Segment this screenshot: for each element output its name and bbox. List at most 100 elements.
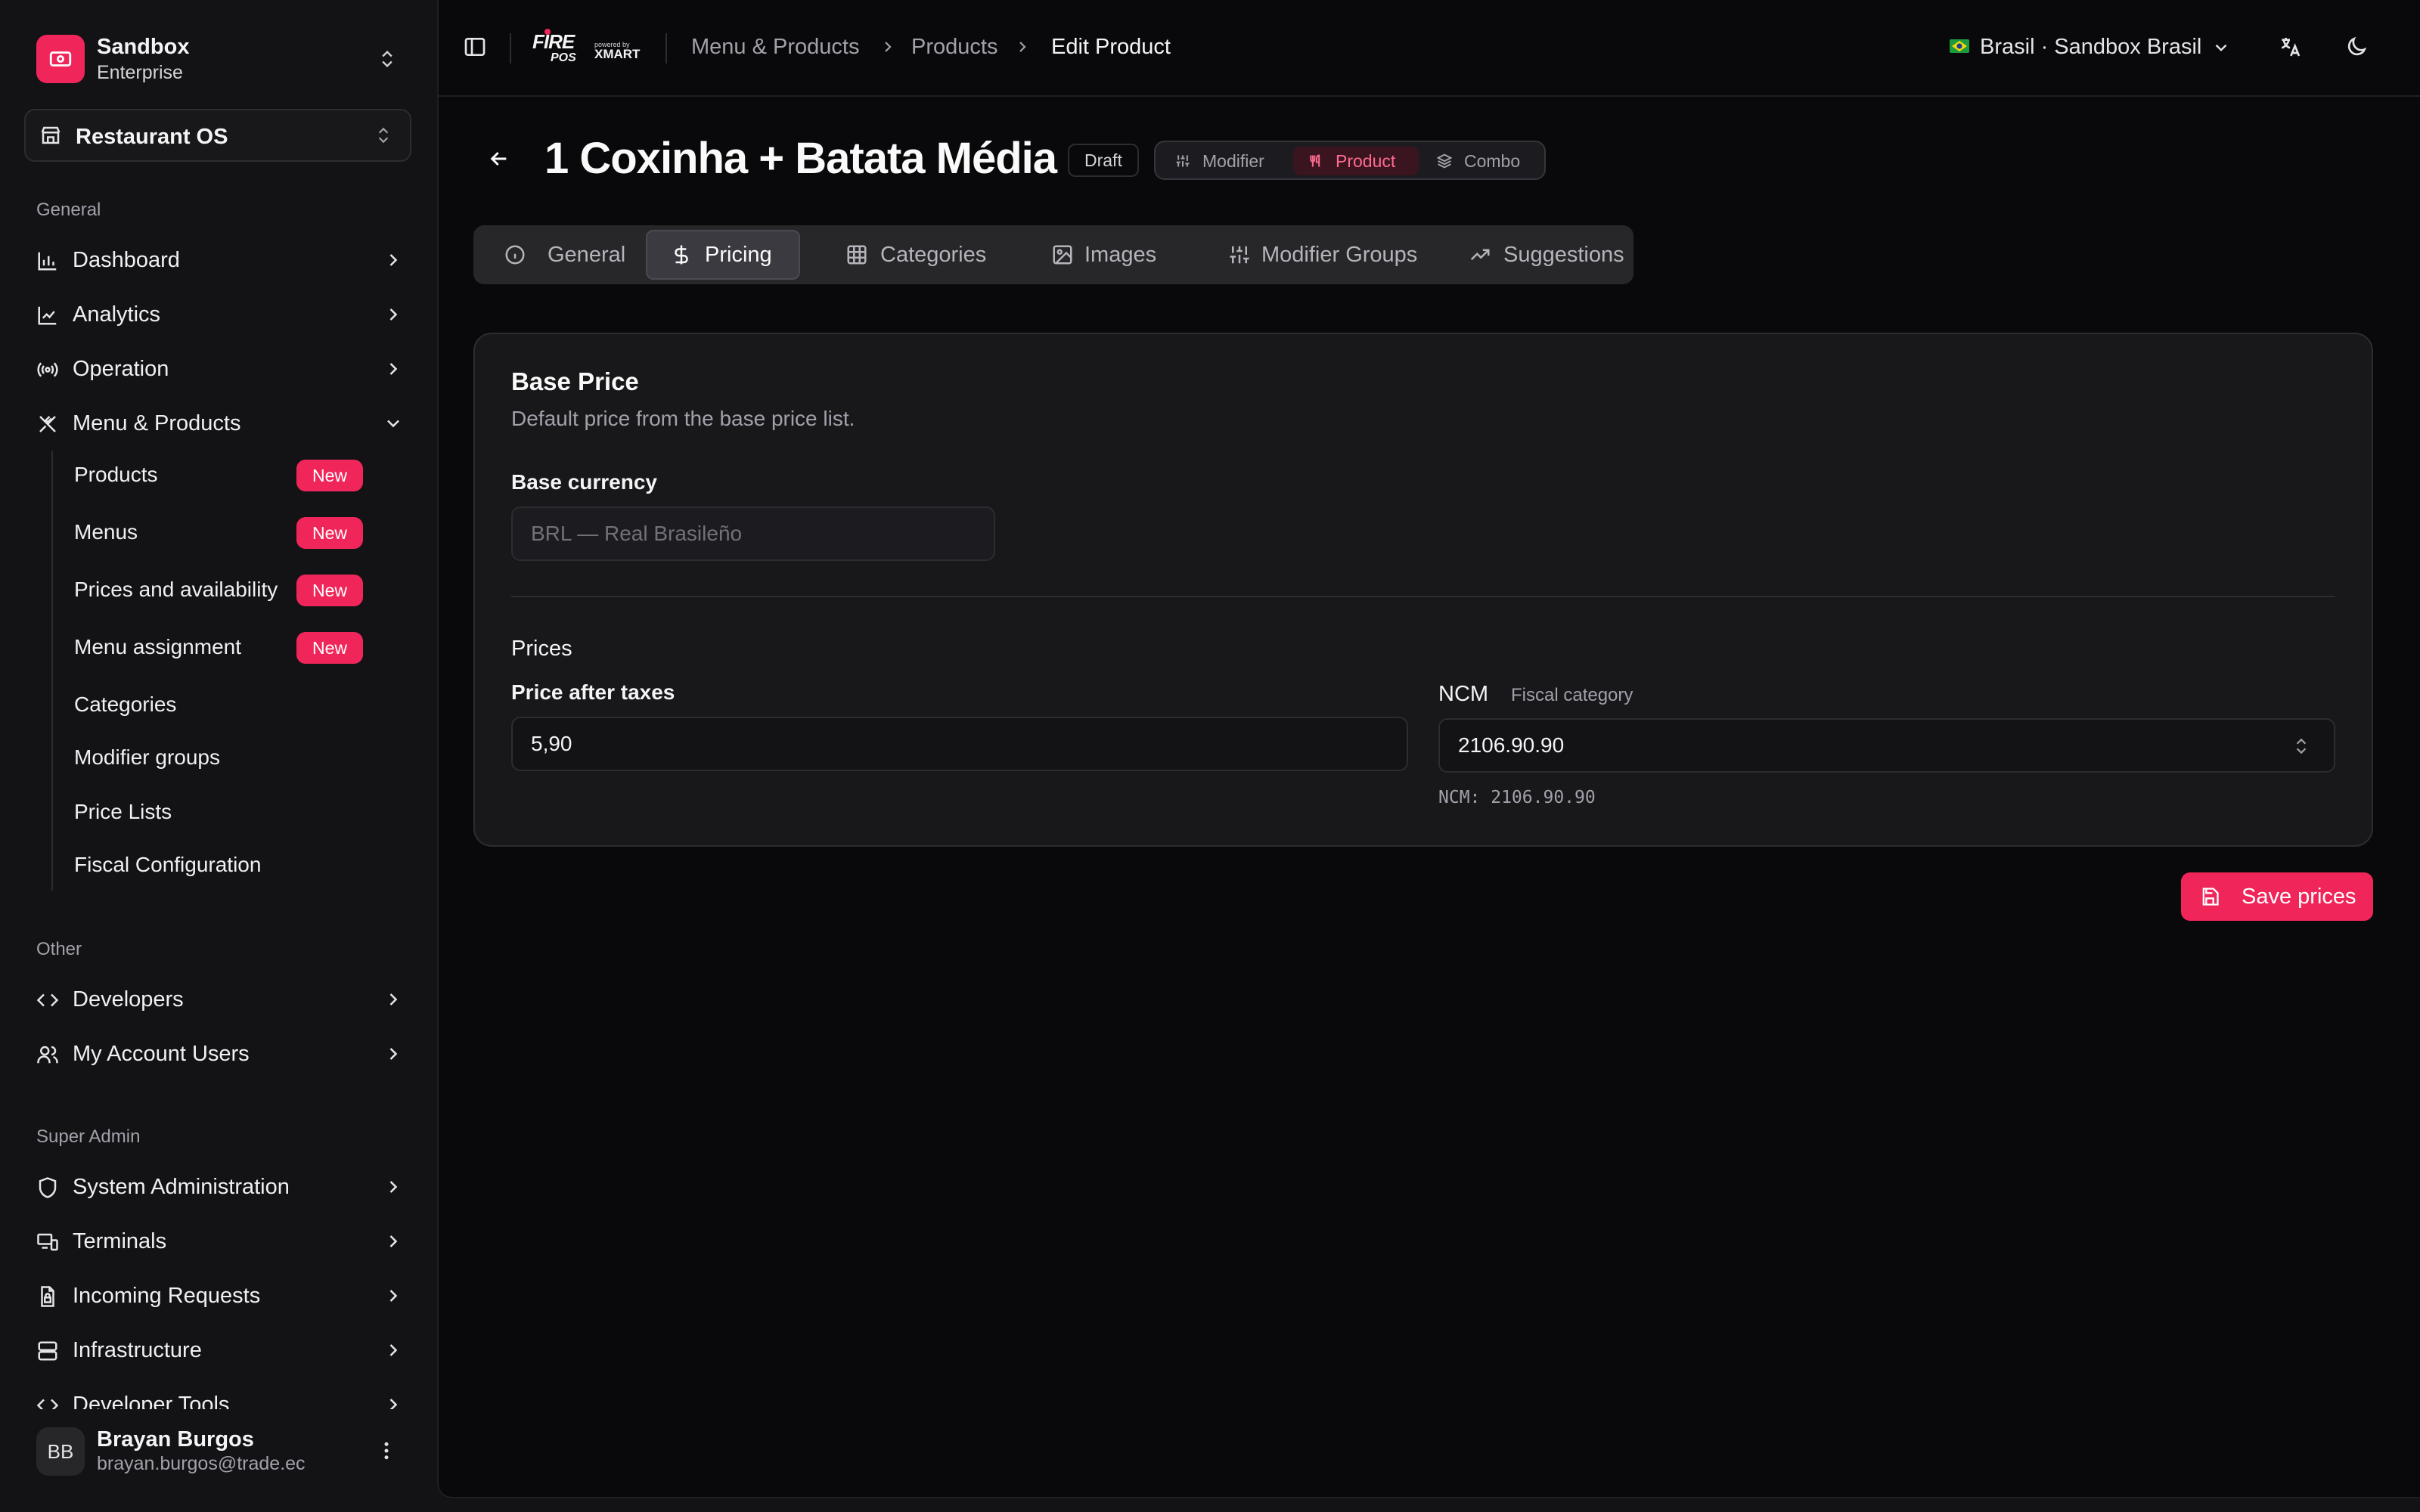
- tab-label: Pricing: [705, 243, 772, 267]
- workspace-switcher[interactable]: Restaurant OS: [24, 109, 411, 162]
- tab-label: General: [548, 243, 626, 267]
- submenu-label: Prices and availability: [74, 578, 278, 601]
- nav-label: Analytics: [73, 302, 161, 327]
- submenu-categories[interactable]: Categories: [74, 692, 176, 717]
- tab-categories[interactable]: Categories: [808, 230, 1012, 280]
- nav-scroll-clip: Developer Tools: [0, 1379, 437, 1409]
- users-icon: [36, 1043, 59, 1066]
- region-selector[interactable]: Brasil · Sandbox Brasil: [1950, 32, 2237, 65]
- nav-my-account-users[interactable]: My Account Users: [36, 1033, 401, 1075]
- moon-icon[interactable]: [2344, 35, 2369, 59]
- page-title: 1 Coxinha + Batata Média: [544, 134, 1057, 183]
- type-combo[interactable]: Combo: [1422, 147, 1541, 175]
- nav-terminals[interactable]: Terminals: [36, 1220, 401, 1263]
- chevrons-up-down-icon[interactable]: [377, 48, 398, 70]
- nav-developer-tools[interactable]: Developer Tools: [36, 1383, 401, 1409]
- sliders-icon: [1175, 153, 1190, 169]
- language-icon[interactable]: [2278, 35, 2302, 59]
- nav-system-administration[interactable]: System Administration: [36, 1166, 401, 1208]
- type-modifier[interactable]: Modifier: [1160, 147, 1290, 175]
- image-icon: [1051, 243, 1074, 266]
- breadcrumb-products[interactable]: Products: [911, 35, 997, 60]
- chevron-right-icon: [383, 1176, 404, 1198]
- section-general: General: [36, 200, 101, 220]
- tab-general[interactable]: General: [479, 230, 647, 280]
- chevron-right-icon: [383, 989, 404, 1010]
- org-plan: Enterprise: [97, 62, 183, 83]
- fiscal-category-label: Fiscal category: [1511, 685, 1634, 705]
- submenu-label: Products: [74, 463, 158, 486]
- nav-dashboard[interactable]: Dashboard: [36, 239, 401, 281]
- save-prices-button[interactable]: Save prices: [2181, 872, 2373, 921]
- nav-label: Operation: [73, 357, 169, 381]
- nav-analytics[interactable]: Analytics: [36, 293, 401, 336]
- submenu-products[interactable]: Products New: [74, 460, 377, 499]
- ncm-select[interactable]: 2106.90.90: [1438, 718, 2335, 773]
- save-icon: [2199, 886, 2220, 907]
- chevron-down-icon: [2211, 38, 2231, 57]
- logo-fire-text: FIRE: [532, 30, 575, 53]
- tab-pricing[interactable]: Pricing: [646, 230, 800, 280]
- submenu-fiscal-configuration[interactable]: Fiscal Configuration: [74, 853, 261, 877]
- back-arrow-icon[interactable]: [487, 147, 511, 171]
- layers-icon: [1437, 153, 1452, 169]
- new-badge: New: [296, 517, 363, 549]
- chevron-right-icon: [383, 1285, 404, 1306]
- xmart-logo: XMART: [594, 47, 641, 61]
- submenu-price-lists[interactable]: Price Lists: [74, 800, 172, 824]
- server-icon: [36, 1340, 59, 1362]
- logo-pos-text: POS: [551, 51, 576, 64]
- nav-operation[interactable]: Operation: [36, 348, 401, 390]
- status-badge: Draft: [1068, 144, 1139, 177]
- new-badge: New: [296, 632, 363, 664]
- nav-developers[interactable]: Developers: [36, 978, 401, 1021]
- utensils-icon: [1308, 153, 1323, 169]
- product-type-toggle[interactable]: Modifier Product Combo: [1154, 141, 1546, 180]
- dollar-sign-icon: [670, 243, 693, 266]
- bar-chart-icon: [36, 249, 59, 272]
- chevron-down-icon: [383, 413, 404, 434]
- ncm-label: NCM: [1438, 682, 1489, 706]
- user-name: Brayan Burgos: [97, 1427, 254, 1452]
- nav-label: Developers: [73, 987, 184, 1012]
- nav-label: Infrastructure: [73, 1338, 202, 1362]
- tab-suggestions[interactable]: Suggestions: [1438, 230, 1627, 280]
- line-chart-icon: [36, 304, 59, 327]
- section-other: Other: [36, 939, 82, 959]
- submenu-label: Menu assignment: [74, 635, 242, 658]
- topbar-divider: [439, 95, 2420, 97]
- nav-incoming-requests[interactable]: Incoming Requests: [36, 1275, 401, 1317]
- avatar[interactable]: BB: [36, 1427, 85, 1476]
- type-product[interactable]: Product: [1293, 147, 1419, 175]
- breadcrumb-menu-products[interactable]: Menu & Products: [691, 35, 859, 60]
- tab-images[interactable]: Images: [1019, 230, 1178, 280]
- tab-label: Images: [1084, 243, 1157, 267]
- price-after-taxes-input[interactable]: 5,90: [511, 717, 1408, 771]
- sidebar-toggle-icon[interactable]: [463, 35, 487, 59]
- nav-menu-products[interactable]: Menu & Products: [36, 402, 401, 445]
- chevrons-up-down-icon: [374, 125, 393, 145]
- flag-brazil-icon: [1950, 39, 1969, 53]
- nav-infrastructure[interactable]: Infrastructure: [36, 1329, 401, 1371]
- chevron-right-icon: [383, 249, 404, 271]
- org-logo-icon[interactable]: [36, 35, 85, 83]
- more-vertical-icon[interactable]: [375, 1439, 398, 1462]
- region-label: Brasil · Sandbox Brasil: [1980, 35, 2202, 59]
- submenu-menus[interactable]: Menus New: [74, 517, 377, 556]
- submenu-line: [51, 451, 53, 891]
- radio-signal-icon: [36, 358, 59, 381]
- submenu-prices-availability[interactable]: Prices and availability New: [74, 575, 377, 614]
- trending-up-icon: [1469, 243, 1491, 266]
- tab-modifier-groups[interactable]: Modifier Groups: [1186, 230, 1431, 280]
- org-name[interactable]: Sandbox: [97, 35, 189, 60]
- base-price-card: Base Price Default price from the base p…: [473, 333, 2373, 847]
- price-after-taxes-label: Price after taxes: [511, 680, 675, 704]
- nav-label: Developer Tools: [73, 1393, 230, 1409]
- chevron-right-icon: [383, 1231, 404, 1252]
- file-lock-icon: [36, 1285, 59, 1308]
- nav-label: Dashboard: [73, 248, 180, 272]
- submenu-modifier-groups[interactable]: Modifier groups: [74, 745, 220, 770]
- tab-bar: General Pricing Categories Images Modifi…: [473, 225, 1634, 284]
- submenu-menu-assignment[interactable]: Menu assignment New: [74, 632, 377, 671]
- type-label: Combo: [1464, 151, 1521, 171]
